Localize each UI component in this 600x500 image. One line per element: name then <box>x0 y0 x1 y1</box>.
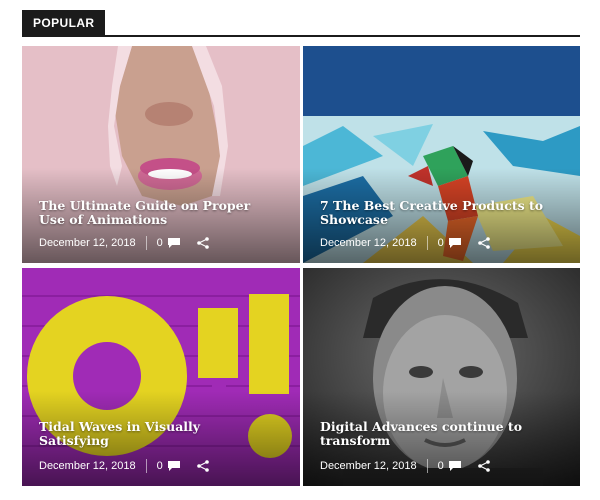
post-title[interactable]: Digital Advances continue to transform <box>320 420 550 448</box>
comment-icon[interactable] <box>167 460 181 472</box>
share-icon[interactable] <box>477 237 490 249</box>
comment-count: 0 <box>437 460 444 472</box>
post-date: December 12, 2018 <box>39 460 136 472</box>
section-header: POPULAR <box>22 10 580 38</box>
meta-divider <box>145 459 147 473</box>
share-icon[interactable] <box>196 460 209 472</box>
post-date: December 12, 2018 <box>39 237 136 249</box>
comment-count: 0 <box>156 460 163 472</box>
comment-icon[interactable] <box>448 237 462 249</box>
post-title[interactable]: The Ultimate Guide on Proper Use of Anim… <box>39 199 270 227</box>
post-meta: December 12, 2018 0 <box>39 236 209 250</box>
post-card-1[interactable]: The Ultimate Guide on Proper Use of Anim… <box>22 46 300 263</box>
comment-icon[interactable] <box>167 237 181 249</box>
post-meta: December 12, 2018 0 <box>320 236 490 250</box>
post-card-3[interactable]: Tidal Waves in Visually Satisfying Decem… <box>22 268 300 486</box>
post-meta: December 12, 2018 0 <box>39 459 209 473</box>
comment-icon[interactable] <box>448 460 462 472</box>
section-title: POPULAR <box>22 10 106 36</box>
meta-divider <box>426 459 428 473</box>
meta-divider <box>145 236 147 250</box>
share-icon[interactable] <box>477 460 490 472</box>
section-divider <box>22 35 580 37</box>
share-icon[interactable] <box>196 237 209 249</box>
post-card-2[interactable]: 7 The Best Creative Products to Showcase… <box>303 46 580 263</box>
post-title[interactable]: Tidal Waves in Visually Satisfying <box>39 420 270 448</box>
post-title[interactable]: 7 The Best Creative Products to Showcase <box>320 199 550 227</box>
post-card-4[interactable]: Digital Advances continue to transform D… <box>303 268 580 486</box>
post-meta: December 12, 2018 0 <box>320 459 490 473</box>
post-date: December 12, 2018 <box>320 237 417 249</box>
comment-count: 0 <box>437 237 444 249</box>
post-date: December 12, 2018 <box>320 460 417 472</box>
comment-count: 0 <box>156 237 163 249</box>
meta-divider <box>426 236 428 250</box>
